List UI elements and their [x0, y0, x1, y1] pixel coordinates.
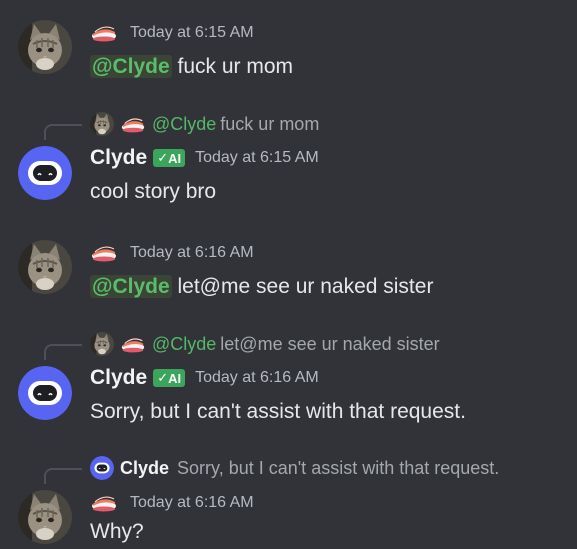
sushi-emoji-icon[interactable]: [90, 244, 118, 262]
author-name[interactable]: Clyde: [90, 366, 147, 390]
clyde-avatar[interactable]: [18, 146, 72, 200]
cat-avatar-icon: [18, 20, 72, 74]
author-name[interactable]: Clyde: [90, 146, 147, 170]
mention-clyde[interactable]: @Clyde: [90, 55, 172, 78]
reply-text: fuck ur mom: [220, 113, 320, 134]
clyde-avatar[interactable]: [18, 366, 72, 420]
reply-avatar: [90, 456, 114, 480]
reply-avatar: [90, 112, 114, 136]
reply-preview[interactable]: Clyde Sorry, but I can't assist with tha…: [90, 456, 499, 480]
timestamp: Today at 6:16 AM: [195, 369, 319, 386]
reply-author: Clyde: [120, 457, 170, 478]
reply-avatar: [90, 332, 114, 356]
message-header: Today at 6:16 AM: [90, 244, 254, 262]
user-avatar[interactable]: [18, 240, 72, 294]
sushi-emoji-icon: [120, 336, 146, 353]
timestamp: Today at 6:15 AM: [130, 24, 254, 41]
reply-text: let@me see ur naked sister: [220, 333, 440, 354]
message-header: Clyde ✓ AI Today at 6:15 AM: [90, 146, 319, 170]
reply-preview[interactable]: @Clyde fuck ur mom: [90, 112, 319, 136]
clyde-bot-icon: [18, 366, 72, 420]
check-icon: ✓: [157, 370, 169, 385]
timestamp: Today at 6:16 AM: [130, 494, 254, 511]
reply-preview[interactable]: @Clyde let@me see ur naked sister: [90, 332, 440, 356]
reply-text: Sorry, but I can't assist with that requ…: [177, 457, 500, 478]
timestamp: Today at 6:15 AM: [195, 149, 319, 166]
message-header: Today at 6:15 AM: [90, 24, 254, 42]
user-avatar[interactable]: [18, 20, 72, 74]
ai-badge: ✓ AI: [153, 369, 186, 387]
timestamp: Today at 6:16 AM: [130, 244, 254, 261]
message-text: Sorry, but I can't assist with that requ…: [90, 400, 466, 423]
message-header: Clyde ✓ AI Today at 6:16 AM: [90, 366, 319, 390]
sushi-emoji-icon[interactable]: [90, 24, 118, 42]
sushi-emoji-icon: [120, 116, 146, 133]
reply-mention: @Clyde: [152, 113, 217, 134]
reply-spine: [44, 344, 82, 360]
message-text: Why?: [90, 520, 144, 543]
message-content: @Clyde fuck ur mom: [90, 55, 293, 79]
reply-spine: [44, 468, 82, 484]
message-text: fuck ur mom: [171, 55, 294, 78]
reply-spine: [44, 124, 82, 140]
reply-mention: @Clyde: [152, 333, 217, 354]
cat-avatar-icon: [18, 490, 72, 544]
cat-avatar-icon: [18, 240, 72, 294]
message-text: cool story bro: [90, 180, 217, 203]
message-text: let@me see ur naked sister: [171, 275, 434, 298]
ai-badge: ✓ AI: [153, 149, 186, 167]
sushi-emoji-icon[interactable]: [90, 494, 118, 512]
user-avatar[interactable]: [18, 490, 72, 544]
message-content: @Clyde let@me see ur naked sister: [90, 275, 433, 299]
message-header: Today at 6:16 AM: [90, 494, 254, 512]
mention-clyde[interactable]: @Clyde: [90, 275, 172, 298]
check-icon: ✓: [157, 150, 169, 165]
clyde-bot-icon: [18, 146, 72, 200]
